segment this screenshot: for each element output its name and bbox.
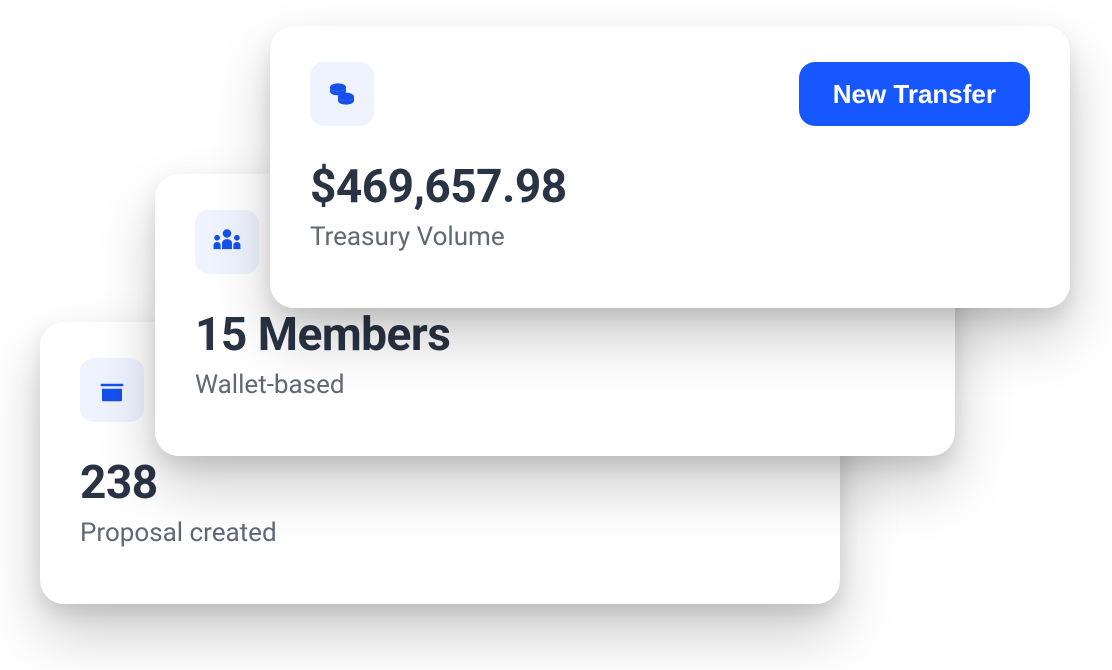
card-treasury: New Transfer $469,657.98 Treasury Volume [270, 26, 1070, 308]
treasury-label: Treasury Volume [310, 222, 1030, 252]
members-icon [195, 210, 259, 274]
new-transfer-button[interactable]: New Transfer [799, 62, 1030, 126]
box-icon [80, 358, 144, 422]
proposals-value: 238 [80, 456, 800, 510]
members-value: 15 Members [195, 308, 915, 362]
proposals-label: Proposal created [80, 518, 800, 548]
coins-icon [310, 62, 374, 126]
members-label: Wallet-based [195, 370, 915, 400]
treasury-value: $469,657.98 [310, 160, 1030, 214]
